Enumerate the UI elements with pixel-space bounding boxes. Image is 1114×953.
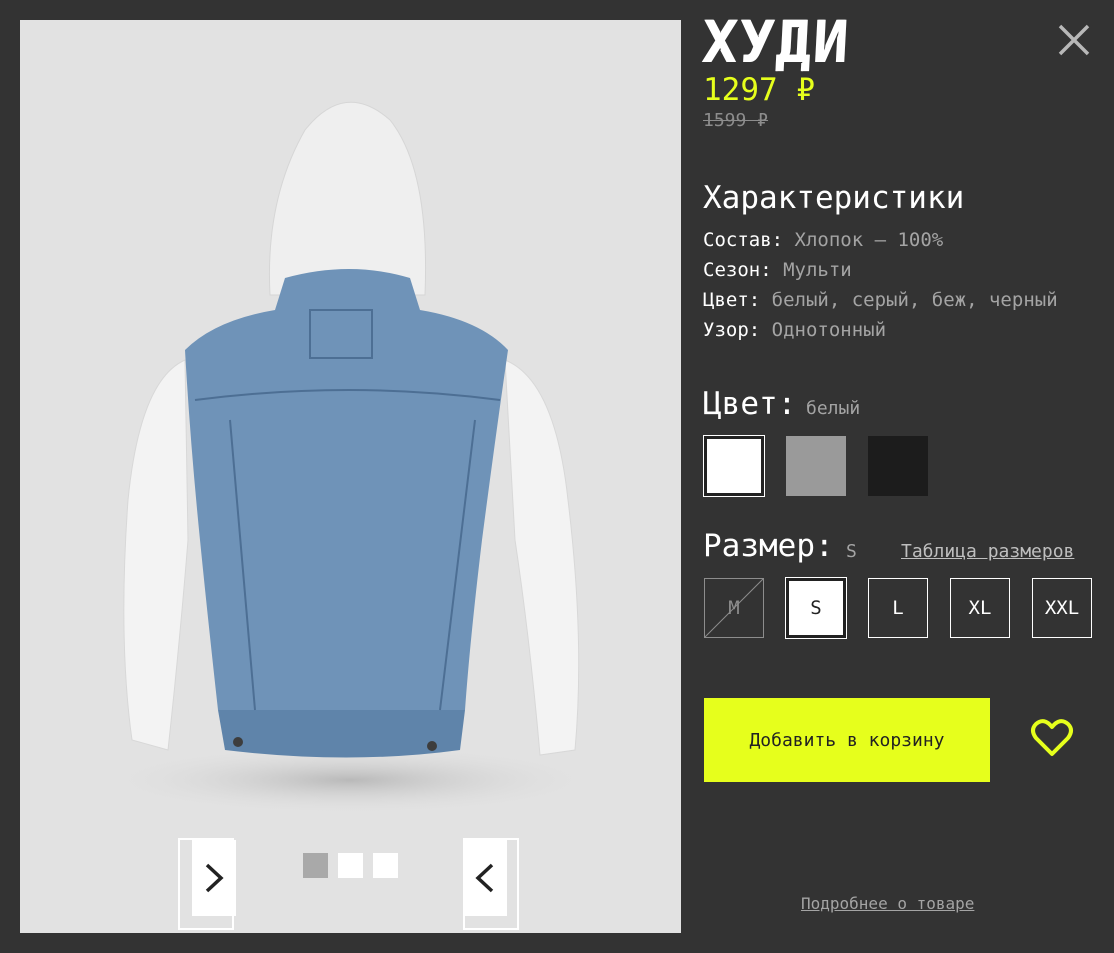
old-price: 1599 ₽ xyxy=(703,110,769,131)
product-title: ХУДИ xyxy=(701,8,853,76)
spec-row: Состав: Хлопок — 100% xyxy=(703,225,1058,255)
gallery-dot[interactable] xyxy=(303,853,328,878)
spec-value: Однотонный xyxy=(771,319,887,341)
size-label-text: S xyxy=(810,597,822,619)
spec-key: Цвет: xyxy=(703,289,761,311)
spec-key: Состав: xyxy=(703,229,784,251)
size-chart-link[interactable]: Таблица размеров xyxy=(901,541,1074,562)
size-option-s[interactable]: S xyxy=(786,578,846,638)
color-label: Цвет: xyxy=(703,386,797,422)
gallery-pagination xyxy=(303,853,398,878)
color-swatch-gray[interactable] xyxy=(786,436,846,496)
spec-row: Узор: Однотонный xyxy=(703,315,1058,345)
chevron-right-icon xyxy=(205,863,224,893)
spec-key: Сезон: xyxy=(703,259,772,281)
color-swatch-white[interactable] xyxy=(704,436,764,496)
gallery-dot[interactable] xyxy=(338,853,363,878)
color-swatch-black[interactable] xyxy=(868,436,928,496)
spec-row: Цвет: белый, серый, беж, черный xyxy=(703,285,1058,315)
spec-row: Сезон: Мульти xyxy=(703,255,1058,285)
selected-size: S xyxy=(846,541,857,562)
more-info-link[interactable]: Подробнее о товаре xyxy=(801,894,974,913)
size-option-xxl[interactable]: XXL xyxy=(1032,578,1092,638)
size-label: Размер: xyxy=(703,528,834,564)
size-label-text: XXL xyxy=(1044,597,1080,619)
gallery-next-button[interactable] xyxy=(178,838,236,930)
add-to-cart-button[interactable]: Добавить в корзину xyxy=(704,698,990,782)
current-price: 1297 ₽ xyxy=(703,72,815,108)
spec-value: Хлопок — 100% xyxy=(794,229,944,251)
gallery-dot[interactable] xyxy=(373,853,398,878)
specs-heading: Характеристики xyxy=(703,180,965,216)
close-button[interactable] xyxy=(1056,22,1092,58)
spec-key: Узор: xyxy=(703,319,761,341)
size-label-text: XL xyxy=(968,597,992,619)
gallery-prev-button[interactable] xyxy=(463,838,519,930)
wishlist-button[interactable] xyxy=(1030,718,1074,762)
spec-value: Мульти xyxy=(783,259,852,281)
selected-color: белый xyxy=(806,398,861,419)
size-option-l[interactable]: L xyxy=(868,578,928,638)
chevron-left-icon xyxy=(475,863,494,893)
denim-hoodie-image xyxy=(100,101,600,815)
close-icon xyxy=(1058,24,1090,56)
strike-line xyxy=(705,579,763,637)
heart-icon xyxy=(1031,719,1073,756)
product-image xyxy=(20,20,681,933)
size-label-text: L xyxy=(892,597,904,619)
size-option-xl[interactable]: XL xyxy=(950,578,1010,638)
specs-list: Состав: Хлопок — 100% Сезон: Мульти Цвет… xyxy=(703,225,1058,345)
size-option-m: M xyxy=(704,578,764,638)
spec-value: белый, серый, беж, черный xyxy=(771,289,1058,311)
